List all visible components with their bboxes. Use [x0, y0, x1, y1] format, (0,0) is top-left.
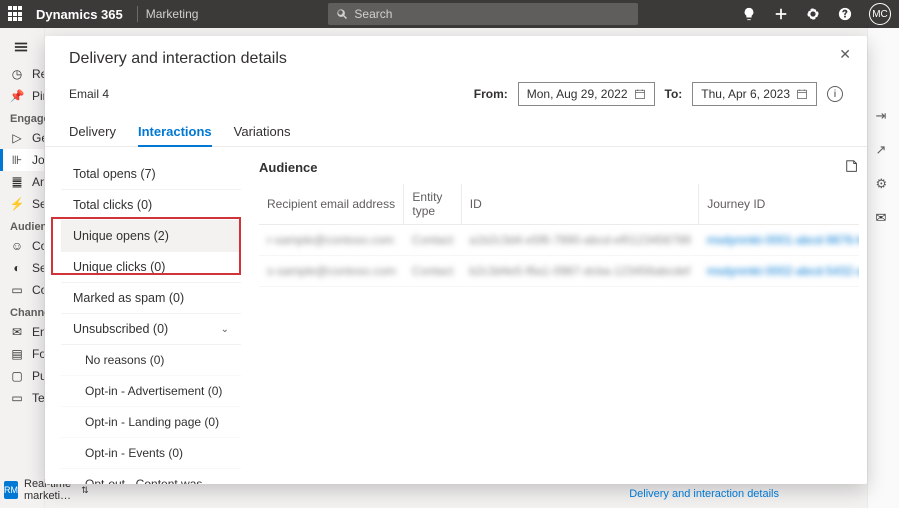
nav-push[interactable]: ▢Pus	[0, 365, 44, 387]
export-icon[interactable]	[845, 159, 859, 176]
play-icon: ▷	[10, 131, 24, 145]
search-input[interactable]: Search	[328, 3, 638, 25]
audience-pane: Audience Recipient email address Entity …	[241, 159, 859, 476]
modal-title: Delivery and interaction details	[69, 50, 843, 68]
tab-delivery[interactable]: Delivery	[69, 118, 116, 146]
sub-optin-ad[interactable]: Opt-in - Advertisement (0)	[61, 376, 241, 407]
col-email[interactable]: Recipient email address	[259, 184, 404, 225]
brand-sub: Marketing	[146, 7, 199, 21]
to-date-picker[interactable]: Thu, Apr 6, 2023	[692, 82, 817, 106]
date-range: From: Mon, Aug 29, 2022 To: Thu, Apr 6, …	[474, 82, 843, 106]
avatar[interactable]: MC	[869, 3, 891, 25]
tab-interactions[interactable]: Interactions	[138, 118, 212, 147]
expand-icon[interactable]: ⇥	[876, 108, 892, 124]
audience-header: Audience	[259, 159, 859, 176]
mail-icon: ✉	[10, 325, 24, 339]
sub-optout-irr[interactable]: Opt-out - Content was irrelevant (	[61, 469, 241, 484]
modal-body: Total opens (7) Total clicks (0) Unique …	[45, 147, 867, 484]
app-launcher-icon[interactable]	[8, 6, 24, 22]
chart-icon: ䷀	[10, 175, 24, 189]
top-icons: MC	[741, 3, 891, 25]
bolt-icon: ⚡	[10, 197, 24, 211]
nav-pinned[interactable]: 📌Pin	[0, 85, 44, 107]
nav-text[interactable]: ▭Tex	[0, 387, 44, 409]
share-icon[interactable]: ↗	[876, 142, 892, 158]
journey-icon: ⊪	[10, 153, 24, 167]
sub-noreasons[interactable]: No reasons (0)	[61, 345, 241, 376]
person-icon: ☺	[10, 239, 24, 253]
nav-segments[interactable]: ◐Seg	[0, 257, 44, 279]
nav-triggers[interactable]: ⚡Seg	[0, 193, 44, 215]
table-row[interactable]: s-sample@contoso.com Contact b2c3d4e5-f6…	[259, 256, 859, 287]
modal-tabs: Delivery Interactions Variations	[45, 112, 867, 147]
from-label: From:	[474, 87, 508, 101]
settings-icon[interactable]: ⚙	[876, 176, 892, 192]
top-bar: Dynamics 365 Marketing Search MC	[0, 0, 899, 28]
form-icon: ▤	[10, 347, 24, 361]
gear-icon[interactable]	[805, 6, 821, 22]
left-nav: ◷Rec 📌Pin Engager ▷Get ⊪Jou ䷀Ana ⚡Seg Au…	[0, 28, 45, 508]
modal-subbar: Email 4 From: Mon, Aug 29, 2022 To: Thu,…	[45, 72, 867, 112]
brand-sep	[137, 6, 138, 22]
metric-total-clicks[interactable]: Total clicks (0)	[61, 190, 241, 221]
metric-spam[interactable]: Marked as spam (0)	[61, 283, 241, 314]
col-journey[interactable]: Journey ID	[699, 184, 859, 225]
metric-unique-opens[interactable]: Unique opens (2)	[61, 221, 241, 252]
from-date-picker[interactable]: Mon, Aug 29, 2022	[518, 82, 655, 106]
brand: Dynamics 365	[36, 7, 123, 22]
clock-icon: ◷	[10, 67, 24, 81]
sub-optin-ev[interactable]: Opt-in - Events (0)	[61, 438, 241, 469]
segment-icon: ◐	[10, 261, 24, 275]
close-icon[interactable]: ✕	[839, 46, 851, 63]
sms-icon: ▭	[10, 391, 24, 405]
search-icon	[336, 8, 348, 20]
mail-panel-icon[interactable]: ✉	[876, 210, 892, 226]
modal-header: Delivery and interaction details ✕	[45, 36, 867, 72]
audience-title: Audience	[259, 160, 318, 175]
right-rail: ⇥ ↗ ⚙ ✉	[867, 28, 899, 508]
col-entity[interactable]: Entity type	[404, 184, 461, 225]
info-icon[interactable]: i	[827, 86, 843, 102]
metric-unsub[interactable]: Unsubscribed (0)⌄	[61, 314, 241, 345]
nav-contacts[interactable]: ☺Cor	[0, 235, 44, 257]
push-icon: ▢	[10, 369, 24, 383]
nav-head-chan: Channel	[0, 301, 44, 321]
sub-optin-lp[interactable]: Opt-in - Landing page (0)	[61, 407, 241, 438]
table-row[interactable]: r-sample@contoso.com Contact a1b2c3d4-e5…	[259, 225, 859, 256]
nav-recent[interactable]: ◷Rec	[0, 63, 44, 85]
calendar-icon	[634, 88, 646, 100]
chevron-updown-icon: ⇅	[81, 485, 89, 496]
nav-getstarted[interactable]: ▷Get	[0, 127, 44, 149]
chevron-down-icon: ⌄	[221, 324, 229, 335]
footer-link[interactable]: Delivery and interaction details	[629, 488, 779, 500]
rm-icon: RM	[4, 481, 18, 499]
help-icon[interactable]	[837, 6, 853, 22]
nav-forms[interactable]: ▤For	[0, 343, 44, 365]
modal-delivery-details: Delivery and interaction details ✕ Email…	[45, 36, 867, 484]
nav-journeys[interactable]: ⊪Jou	[0, 149, 44, 171]
nav-consent[interactable]: ▭Cor	[0, 279, 44, 301]
email-name: Email 4	[69, 87, 109, 101]
tab-variations[interactable]: Variations	[234, 118, 291, 146]
metrics-list: Total opens (7) Total clicks (0) Unique …	[61, 159, 241, 476]
plus-icon[interactable]	[773, 6, 789, 22]
hamburger-icon[interactable]	[0, 34, 44, 63]
col-id[interactable]: ID	[461, 184, 699, 225]
nav-head-aud: Audienc	[0, 215, 44, 235]
nav-analytics[interactable]: ䷀Ana	[0, 171, 44, 193]
card-icon: ▭	[10, 283, 24, 297]
audience-table: Recipient email address Entity type ID J…	[259, 184, 859, 287]
metric-unique-clicks[interactable]: Unique clicks (0)	[61, 252, 241, 283]
pin-icon: 📌	[10, 89, 24, 103]
lightbulb-icon[interactable]	[741, 6, 757, 22]
to-label: To:	[665, 87, 683, 101]
search-placeholder: Search	[354, 7, 392, 21]
nav-email[interactable]: ✉Em	[0, 321, 44, 343]
nav-head-engage: Engager	[0, 107, 44, 127]
metric-total-opens[interactable]: Total opens (7)	[61, 159, 241, 190]
calendar-icon	[796, 88, 808, 100]
